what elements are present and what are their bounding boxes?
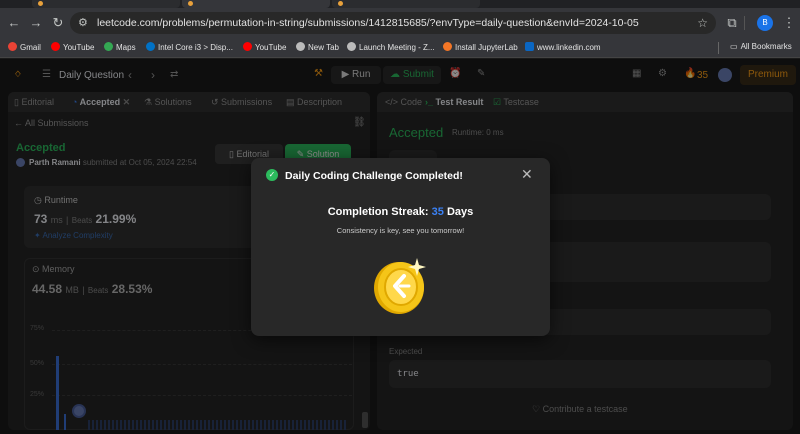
- back-arrow-icon[interactable]: ←: [6, 15, 22, 31]
- leetcode-favicon-icon: [38, 1, 43, 6]
- bookmark-jupyterlab[interactable]: Install JupyterLab: [443, 42, 518, 52]
- folder-icon: ▭: [730, 42, 738, 51]
- modal-title: Daily Coding Challenge Completed!: [285, 170, 463, 182]
- youtube-icon: [243, 42, 252, 51]
- bookmark-launch-meeting[interactable]: Launch Meeting - Z...: [347, 42, 435, 52]
- leetcode-favicon-icon: [338, 1, 343, 6]
- reload-icon[interactable]: ↻: [50, 15, 66, 31]
- close-icon[interactable]: ✕: [521, 166, 533, 183]
- toolbar-divider: [744, 16, 745, 30]
- browser-tab-active[interactable]: [182, 0, 330, 8]
- maps-icon: [104, 42, 113, 51]
- bookmark-intel[interactable]: Intel Core i3 > Disp...: [146, 42, 233, 52]
- youtube-icon: [51, 42, 60, 51]
- check-circle-icon: ✓: [266, 169, 278, 181]
- daily-challenge-modal: ✓ Daily Coding Challenge Completed! ✕ Co…: [251, 158, 550, 336]
- streak-label: Completion Streak:: [327, 206, 429, 218]
- extensions-icon[interactable]: ⧉: [724, 15, 740, 31]
- streak-line: Completion Streak: 35 Days: [251, 206, 550, 218]
- gmail-icon: [8, 42, 17, 51]
- streak-unit: Days: [446, 206, 474, 218]
- streak-value: 35: [431, 206, 444, 218]
- jupyter-icon: [443, 42, 452, 51]
- bookmark-star-icon[interactable]: ☆: [697, 16, 708, 30]
- all-bookmarks[interactable]: ▭ All Bookmarks: [730, 42, 792, 51]
- globe-icon: [296, 42, 305, 51]
- globe-icon: [347, 42, 356, 51]
- bookmarks-divider: [718, 42, 719, 54]
- browser-tab-strip: [0, 0, 800, 8]
- site-info-icon[interactable]: ⚙: [78, 17, 90, 29]
- bookmark-youtube-2[interactable]: YouTube: [243, 42, 286, 52]
- bookmark-youtube[interactable]: YouTube: [51, 42, 94, 52]
- linkedin-icon: [525, 42, 534, 51]
- gold-coin-icon: [374, 258, 426, 314]
- forward-arrow-icon[interactable]: →: [28, 15, 44, 31]
- bookmark-gmail[interactable]: Gmail: [8, 42, 41, 52]
- browser-tab[interactable]: [332, 0, 480, 8]
- browser-toolbar: ← → ↻ ⚙ leetcode.com/problems/permutatio…: [0, 8, 800, 38]
- more-menu-icon[interactable]: ⋮: [781, 15, 797, 31]
- bookmark-linkedin[interactable]: www.linkedin.com: [525, 42, 601, 52]
- address-bar[interactable]: ⚙ leetcode.com/problems/permutation-in-s…: [70, 12, 716, 34]
- bookmarks-bar: Gmail YouTube Maps Intel Core i3 > Disp.…: [0, 38, 800, 58]
- leetcode-favicon-icon: [188, 1, 193, 6]
- browser-tab[interactable]: [32, 0, 180, 8]
- url-text: leetcode.com/problems/permutation-in-str…: [97, 17, 639, 29]
- bookmark-new-tab[interactable]: New Tab: [296, 42, 339, 52]
- modal-message: Consistency is key, see you tomorrow!: [336, 226, 465, 235]
- intel-icon: [146, 42, 155, 51]
- bookmark-maps[interactable]: Maps: [104, 42, 136, 52]
- profile-avatar[interactable]: B: [757, 15, 773, 31]
